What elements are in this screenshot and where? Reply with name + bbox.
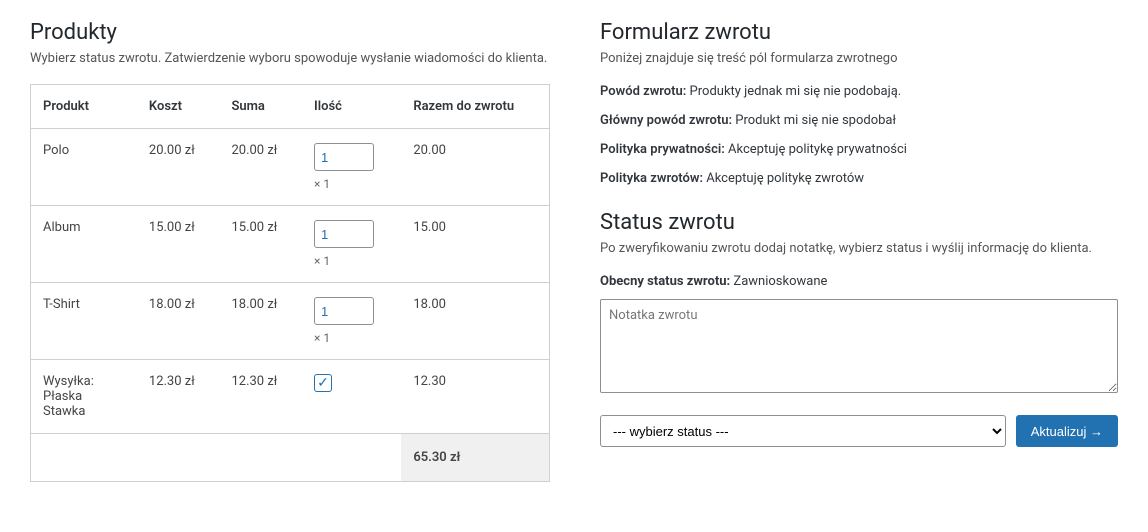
qty-input[interactable]: [314, 220, 374, 248]
cell-total: 12.30: [401, 360, 549, 434]
current-status-value: Zawnioskowane: [733, 274, 827, 289]
form-panel: Formularz zwrotu Poniżej znajduje się tr…: [600, 20, 1118, 482]
status-title: Status zwrotu: [600, 210, 1118, 235]
form-field-label: Polityka prywatności:: [600, 142, 728, 157]
qty-input[interactable]: [314, 143, 374, 171]
col-total-return: Razem do zwrotu: [401, 85, 549, 129]
current-status-line: Obecny status zwrotu: Zawnioskowane: [600, 274, 1118, 289]
col-qty: Ilość: [302, 85, 401, 129]
form-title: Formularz zwrotu: [600, 20, 1118, 45]
products-subtitle: Wybierz status zwrotu. Zatwierdzenie wyb…: [30, 51, 550, 66]
status-section: Status zwrotu Po zweryfikowaniu zwrotu d…: [600, 210, 1118, 447]
form-field-label: Główny powód zwrotu:: [600, 113, 735, 128]
cell-sum: 18.00 zł: [219, 283, 302, 360]
cell-cost: 15.00 zł: [137, 206, 220, 283]
form-field-line: Polityka prywatności: Akceptuję politykę…: [600, 142, 1118, 157]
col-cost: Koszt: [137, 85, 220, 129]
qty-note: × 1: [314, 177, 389, 191]
cell-sum: 12.30 zł: [219, 360, 302, 434]
form-field-value: Akceptuję politykę zwrotów: [706, 171, 864, 186]
form-subtitle: Poniżej znajduje się treść pól formularz…: [600, 51, 1118, 66]
form-field-value: Akceptuję politykę prywatności: [728, 142, 907, 157]
cell-cost: 20.00 zł: [137, 129, 220, 206]
return-note-textarea[interactable]: [600, 299, 1118, 393]
cell-qty: × 1: [302, 129, 401, 206]
total-empty: [31, 434, 402, 482]
cell-product: Polo: [31, 129, 137, 206]
qty-input[interactable]: [314, 297, 374, 325]
table-row: T-Shirt18.00 zł18.00 zł× 118.00: [31, 283, 550, 360]
cell-total: 20.00: [401, 129, 549, 206]
qty-note: × 1: [314, 254, 389, 268]
qty-note: × 1: [314, 331, 389, 345]
table-row: Wysyłka: Płaska Stawka12.30 zł12.30 zł✓1…: [31, 360, 550, 434]
cell-product: Album: [31, 206, 137, 283]
col-product: Produkt: [31, 85, 137, 129]
form-field-line: Główny powód zwrotu: Produkt mi się nie …: [600, 113, 1118, 128]
table-row: Album15.00 zł15.00 zł× 115.00: [31, 206, 550, 283]
shipping-checkbox[interactable]: ✓: [314, 374, 332, 392]
cell-product: Wysyłka: Płaska Stawka: [31, 360, 137, 434]
products-table: Produkt Koszt Suma Ilość Razem do zwrotu…: [30, 84, 550, 482]
cell-qty: × 1: [302, 283, 401, 360]
form-field-line: Powód zwrotu: Produkty jednak mi się nie…: [600, 84, 1118, 99]
table-row: Polo20.00 zł20.00 zł× 120.00: [31, 129, 550, 206]
cell-qty: ✓: [302, 360, 401, 434]
form-field-value: Produkt mi się nie spodobał: [735, 113, 896, 128]
status-select[interactable]: --- wybierz status ---: [600, 415, 1006, 447]
cell-product: T-Shirt: [31, 283, 137, 360]
cell-cost: 18.00 zł: [137, 283, 220, 360]
grand-total: 65.30 zł: [401, 434, 549, 482]
products-panel: Produkty Wybierz status zwrotu. Zatwierd…: [30, 20, 550, 482]
status-subtitle: Po zweryfikowaniu zwrotu dodaj notatkę, …: [600, 241, 1118, 256]
cell-cost: 12.30 zł: [137, 360, 220, 434]
products-title: Produkty: [30, 20, 550, 45]
cell-qty: × 1: [302, 206, 401, 283]
cell-sum: 20.00 zł: [219, 129, 302, 206]
cell-sum: 15.00 zł: [219, 206, 302, 283]
form-field-label: Powód zwrotu:: [600, 84, 690, 99]
col-sum: Suma: [219, 85, 302, 129]
form-field-value: Produkty jednak mi się nie podobają.: [690, 84, 902, 99]
cell-total: 18.00: [401, 283, 549, 360]
form-field-line: Polityka zwrotów: Akceptuję politykę zwr…: [600, 171, 1118, 186]
current-status-label: Obecny status zwrotu:: [600, 274, 730, 289]
cell-total: 15.00: [401, 206, 549, 283]
update-button[interactable]: Aktualizuj →: [1016, 415, 1118, 447]
form-field-label: Polityka zwrotów:: [600, 171, 706, 186]
